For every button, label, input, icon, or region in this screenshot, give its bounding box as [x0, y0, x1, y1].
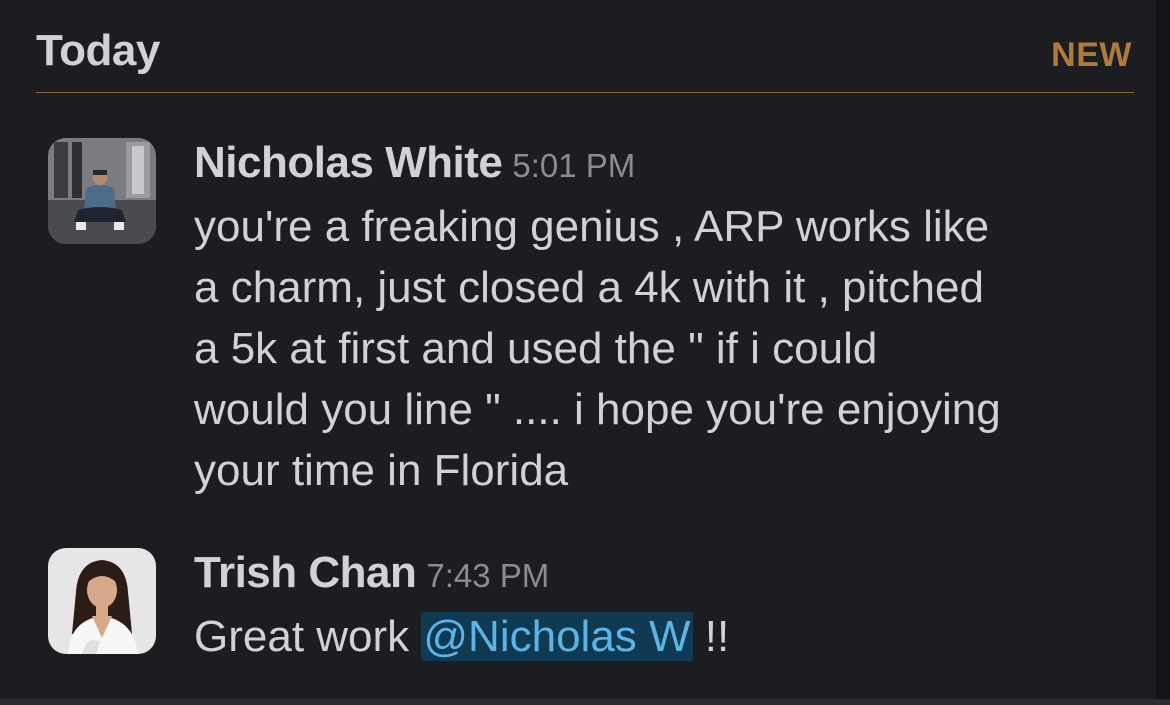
- avatar-photo-icon: [48, 548, 156, 654]
- day-divider: Today NEW: [36, 22, 1134, 93]
- avatar-photo-icon: [48, 138, 156, 244]
- message-text-segment: !!: [692, 612, 730, 661]
- message-text-segment: Great work: [194, 612, 422, 661]
- avatar[interactable]: [48, 138, 156, 244]
- scrollbar-track[interactable]: [1156, 0, 1170, 705]
- author-name[interactable]: Nicholas White: [194, 138, 503, 187]
- message-line: you're a freaking genius , ARP works lik…: [194, 202, 990, 251]
- message-line: would you line " .... i hope you're enjo…: [194, 385, 1001, 434]
- message-meta: Nicholas White 5:01 PM: [194, 138, 1154, 194]
- message-body: Nicholas White 5:01 PM you're a freaking …: [194, 138, 1154, 501]
- message-meta: Trish Chan 7:43 PM: [194, 548, 1154, 604]
- user-mention-link[interactable]: @Nicholas W: [421, 612, 693, 661]
- message-pane: Today NEW Nicholas White 5:01 PM you're …: [0, 0, 1170, 705]
- new-messages-badge[interactable]: NEW: [1051, 36, 1132, 75]
- message-text: Great work @Nicholas W !!: [194, 606, 1154, 667]
- timestamp[interactable]: 5:01 PM: [512, 147, 635, 184]
- avatar[interactable]: [48, 548, 156, 654]
- bottom-divider: [0, 699, 1170, 705]
- timestamp[interactable]: 7:43 PM: [426, 557, 549, 594]
- message-line: your time in Florida: [194, 446, 569, 495]
- message-line: a charm, just closed a 4k with it , pitc…: [194, 263, 984, 312]
- day-divider-label[interactable]: Today: [36, 26, 160, 76]
- message-line: a 5k at first and used the " if i could: [194, 324, 878, 373]
- message-body: Trish Chan 7:43 PM Great work @Nicholas W…: [194, 548, 1154, 667]
- message-text: you're a freaking genius , ARP works lik…: [194, 196, 1154, 501]
- author-name[interactable]: Trish Chan: [194, 548, 417, 597]
